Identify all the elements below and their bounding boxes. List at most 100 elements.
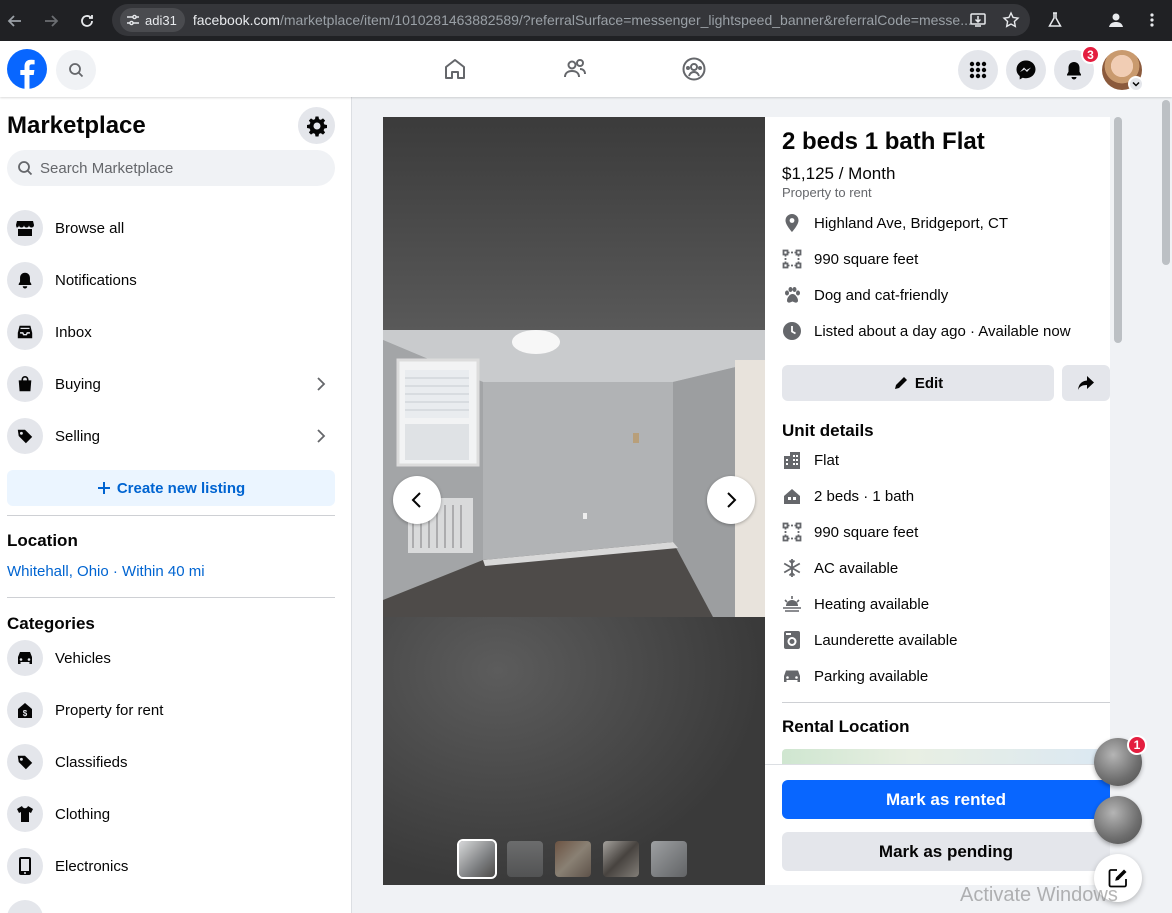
menu-button[interactable] [958,50,998,90]
install-app-icon[interactable] [964,6,992,34]
chevron-right-icon [311,374,331,394]
previous-photo-button[interactable] [393,476,441,524]
unit-detail-text: AC available [814,559,899,577]
create-new-listing-button[interactable]: Create new listing [7,470,335,506]
photo-thumbnail[interactable] [507,841,543,877]
category-vehicles[interactable]: Vehicles [7,634,337,682]
fact-text: Dog and cat-friendly [814,286,949,304]
listing-title: 2 beds 1 bath Flat [782,128,985,155]
chevron-right-icon [311,426,331,446]
sidebar-item-selling[interactable]: Selling [7,412,337,460]
photo-thumbnail[interactable] [457,839,497,879]
category-clothing[interactable]: Clothing [7,790,337,838]
edit-listing-button[interactable]: Edit [782,365,1054,401]
gear-icon [306,115,328,137]
shopping-bag-icon [7,366,43,402]
sidebar-item-buying[interactable]: Buying [7,360,337,408]
photo-thumbnail[interactable] [651,841,687,877]
back-arrow-icon[interactable] [4,10,26,32]
unit-detail-parking: Parking available [782,666,928,686]
home-icon [442,56,468,82]
category-next-partial[interactable] [7,894,337,913]
settings-button[interactable] [298,107,335,144]
bell-icon [1064,60,1084,80]
share-arrow-icon [1077,375,1095,391]
site-chip-label: adi31 [145,12,177,28]
listing-fact-listed: Listed about a day ago · Available now [782,321,1071,341]
divider [782,702,1110,703]
plus-icon [97,481,111,495]
mark-as-rented-button[interactable]: Mark as rented [782,780,1110,819]
house-icon [782,486,802,506]
url-path: /marketplace/item/1010281463882589/?refe… [279,12,972,28]
messenger-icon [1015,59,1037,81]
unit-detail-text: 990 square feet [814,523,919,541]
sidebar-item-label: Buying [55,375,101,393]
location-link[interactable]: Whitehall, Ohio · Within 40 mi [7,563,205,580]
facebook-search-button[interactable] [56,50,96,90]
building-icon [782,450,802,470]
mark-as-pending-button[interactable]: Mark as pending [782,832,1110,871]
listing-actions: Mark as rented Mark as pending [765,764,1110,885]
fact-text[interactable]: Highland Ave, Bridgeport, CT [814,215,1008,232]
url-text[interactable]: facebook.com/marketplace/item/1010281463… [193,12,973,28]
sidebar-item-browse-all[interactable]: Browse all [7,204,337,252]
menu-kebab-icon[interactable] [1138,6,1166,34]
paw-icon [782,285,802,305]
site-info-chip[interactable]: adi31 [120,8,185,32]
listing-fact-location: Highland Ave, Bridgeport, CT [782,213,1008,233]
nav-friends[interactable] [545,41,605,97]
facebook-logo-icon[interactable] [7,49,47,89]
category-classifieds[interactable]: Classifieds [7,738,337,786]
bell-icon [7,262,43,298]
sidebar-item-notifications[interactable]: Notifications [7,256,337,304]
sidebar-title: Marketplace [7,112,146,139]
tune-icon [126,13,140,27]
listing-photo[interactable] [383,330,765,617]
chevron-down-icon[interactable] [1128,76,1144,92]
notifications-button[interactable]: 3 [1054,45,1100,90]
photo-thumbnail[interactable] [555,841,591,877]
fact-text: Listed about a day ago · Available now [814,322,1071,340]
share-button[interactable] [1062,365,1110,401]
area-icon [782,249,802,269]
location-heading: Location [7,531,78,550]
sidebar-item-label: Selling [55,427,101,445]
listing-category: Property to rent [782,185,872,200]
category-electronics[interactable]: Electronics [7,842,337,890]
search-marketplace-input[interactable]: Search Marketplace [7,150,335,186]
reload-icon[interactable] [76,10,98,32]
bookmark-star-icon[interactable] [997,6,1025,34]
sidebar-item-label: Notifications [55,271,137,289]
search-icon [17,160,33,176]
page-scrollbar[interactable] [1162,100,1170,265]
next-photo-button[interactable] [707,476,755,524]
unit-detail-ac: AC available [782,558,898,578]
edit-label: Edit [914,374,944,392]
nav-groups[interactable] [664,41,724,97]
details-scrollbar[interactable] [1114,117,1122,343]
unit-detail-text: 2 beds · 1 bath [814,487,915,505]
photo-thumbnails [457,839,687,879]
messenger-button[interactable] [1006,50,1046,90]
photo-thumbnail[interactable] [603,841,639,877]
address-bar[interactable]: adi31 facebook.com/marketplace/item/1010… [112,4,1030,36]
unit-detail-laundry: Launderette available [782,630,957,650]
chevron-right-icon [721,490,741,510]
nav-home[interactable] [425,41,485,97]
chat-head[interactable] [1094,796,1142,844]
sidebar-item-inbox[interactable]: Inbox [7,308,337,356]
sun-heat-icon [782,594,802,614]
unit-detail-text: Heating available [814,595,930,613]
facebook-header: 3 [0,41,1172,97]
photo-blur-background [383,117,765,330]
area-icon [782,522,802,542]
labs-flask-icon[interactable] [1041,6,1069,34]
divider [7,515,335,516]
profile-icon[interactable] [1102,6,1130,34]
category-property-for-rent[interactable]: $ Property for rent [7,686,337,734]
washer-icon [782,630,802,650]
unit-detail-rooms: 2 beds · 1 bath [782,486,914,506]
forward-arrow-icon[interactable] [40,10,62,32]
category-icon [7,900,43,913]
